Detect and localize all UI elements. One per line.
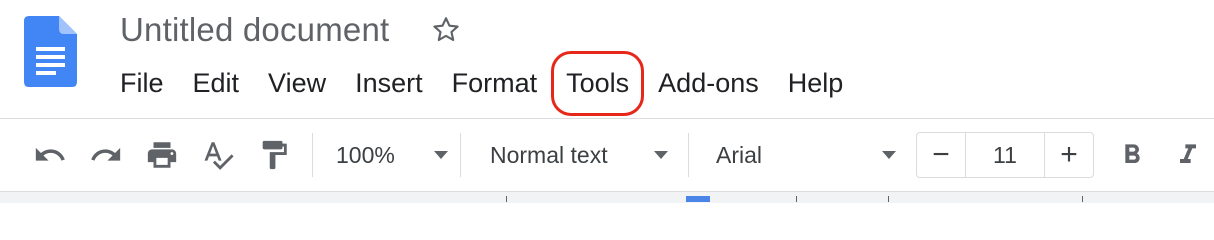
menu-insert[interactable]: Insert [355, 68, 423, 99]
zoom-value: 100% [336, 141, 395, 168]
toolbar-divider [688, 133, 689, 177]
menu-bar: File Edit View Insert Format Tools Add-o… [120, 50, 872, 116]
redo-icon[interactable] [86, 135, 126, 175]
toolbar-divider [460, 133, 461, 177]
menu-add-ons[interactable]: Add-ons [658, 68, 759, 99]
spellcheck-icon[interactable] [198, 135, 238, 175]
menu-format[interactable]: Format [452, 68, 538, 99]
menu-edit[interactable]: Edit [193, 68, 240, 99]
document-title[interactable]: Untitled document [120, 11, 389, 49]
bold-icon[interactable] [1112, 135, 1152, 175]
ruler-indent-marker[interactable] [686, 196, 710, 202]
chevron-down-icon [434, 151, 448, 159]
toolbar-divider [312, 133, 313, 177]
font-select[interactable]: Arial [716, 135, 896, 175]
italic-icon[interactable] [1168, 135, 1208, 175]
chevron-down-icon [654, 151, 668, 159]
ruler-tick [796, 196, 797, 202]
paragraph-style-select[interactable]: Normal text [490, 135, 668, 175]
print-icon[interactable] [142, 135, 182, 175]
ruler [0, 191, 1214, 203]
google-docs-logo[interactable] [24, 16, 77, 87]
ruler-tick [888, 196, 889, 202]
font-size-control: − 11 + [916, 132, 1094, 178]
zoom-select[interactable]: 100% [336, 135, 448, 175]
paragraph-style-value: Normal text [490, 141, 608, 168]
decrease-font-size-button[interactable]: − [917, 133, 965, 177]
title-row: Untitled document [120, 8, 463, 52]
star-icon[interactable] [429, 13, 463, 47]
undo-icon[interactable] [30, 135, 70, 175]
menu-file[interactable]: File [120, 68, 164, 99]
ruler-tick [1082, 196, 1083, 202]
menu-tools[interactable]: Tools [551, 50, 645, 116]
menu-help[interactable]: Help [788, 68, 844, 99]
ruler-tick [506, 196, 507, 202]
menu-view[interactable]: View [268, 68, 326, 99]
increase-font-size-button[interactable]: + [1045, 133, 1093, 177]
font-size-input[interactable]: 11 [965, 133, 1045, 177]
chevron-down-icon [882, 151, 896, 159]
paint-format-icon[interactable] [254, 135, 294, 175]
font-value: Arial [716, 141, 763, 168]
